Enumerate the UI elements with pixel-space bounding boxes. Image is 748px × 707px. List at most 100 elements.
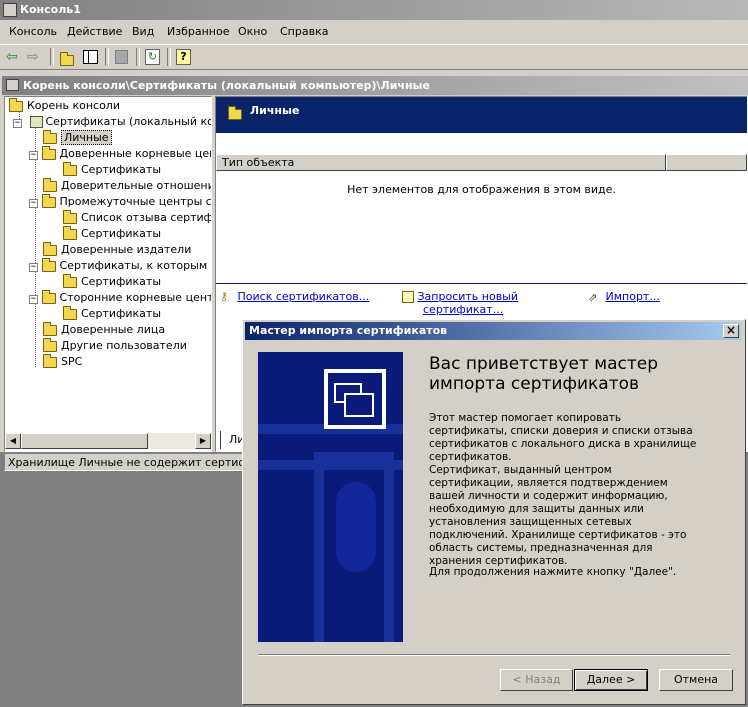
forward-arrow-icon[interactable]: ⇨ xyxy=(27,49,43,65)
banner-decoration xyxy=(336,482,376,572)
toolbar-separator xyxy=(50,48,54,66)
tree-item-certificates-local[interactable]: − Сертификаты (локальный комп xyxy=(13,114,211,130)
tree-item-crl[interactable]: Список отзыва сертифи xyxy=(63,209,211,226)
task-divider xyxy=(216,283,747,284)
folder-icon xyxy=(63,273,77,288)
column-header-empty[interactable] xyxy=(666,154,747,171)
wizard-banner xyxy=(258,352,403,642)
address-bar: Корень консоли\Сертификаты (локальный ко… xyxy=(2,76,748,95)
menu-bar: Консоль Действие Вид Избранное Окно Спра… xyxy=(0,22,748,42)
status-text: Хранилище Личные не содержит сертификато… xyxy=(8,456,244,469)
folder-icon xyxy=(63,161,77,176)
wizard-paragraph-3: Для продолжения нажмите кнопку "Далее". xyxy=(429,566,677,578)
folder-icon xyxy=(63,305,77,320)
collapse-icon[interactable]: − xyxy=(29,151,38,160)
collapse-icon[interactable]: − xyxy=(29,295,38,304)
tree-item-personal[interactable]: Личные xyxy=(43,129,112,146)
help-icon[interactable]: ? xyxy=(176,49,191,65)
close-icon[interactable]: × xyxy=(723,324,739,338)
menu-help[interactable]: Справка xyxy=(280,25,328,38)
scroll-left-icon[interactable]: ◀ xyxy=(5,433,21,449)
tree-item-trusted-people[interactable]: Доверенные лица xyxy=(43,321,165,338)
status-bar: Хранилище Личные не содержит сертификато… xyxy=(4,453,244,471)
back-arrow-icon[interactable]: ⇦ xyxy=(6,49,22,65)
task-request-certificate[interactable]: Запросить новый сертификат... xyxy=(402,290,518,316)
folder-icon xyxy=(41,289,56,304)
dialog-separator xyxy=(258,654,730,656)
tree-item-certificates[interactable]: Сертификаты xyxy=(63,273,161,290)
column-header-object-type[interactable]: Тип объекта xyxy=(216,154,666,171)
address-path: Корень консоли\Сертификаты (локальный ко… xyxy=(23,79,430,92)
tree-item-untrusted[interactable]: − Сертификаты, к которым не xyxy=(29,257,211,274)
show-tree-icon[interactable] xyxy=(83,50,98,64)
tree-item-other-people[interactable]: Другие пользователи xyxy=(43,337,187,354)
properties-icon[interactable] xyxy=(115,50,128,64)
wizard-paragraph-2: Сертификат, выданный центром сертификаци… xyxy=(429,464,687,567)
certificate-icon xyxy=(324,369,386,429)
dialog-title: Мастер импорта сертификатов xyxy=(249,324,448,337)
title-bar: Консоль1 xyxy=(0,0,748,20)
open-folder-icon xyxy=(43,129,57,144)
window-title: Консоль1 xyxy=(20,3,81,16)
toolbar: ⇦ ⇨ ↻ ? xyxy=(0,44,748,70)
console-root-icon xyxy=(6,79,19,91)
empty-message: Нет элементов для отображения в этом вид… xyxy=(347,183,616,196)
tree-line xyxy=(35,127,36,367)
tree-item-console-root[interactable]: Корень консоли xyxy=(9,97,120,114)
toolbar-separator xyxy=(167,48,171,66)
collapse-icon[interactable]: − xyxy=(29,263,38,272)
certificate-request-icon xyxy=(402,291,414,303)
import-wizard-dialog: Мастер импорта сертификатов × Вас привет… xyxy=(242,319,746,705)
up-folder-icon[interactable] xyxy=(60,51,74,66)
toolbar-separator xyxy=(105,48,109,66)
tree-item-trusted-publishers[interactable]: Доверенные издатели xyxy=(43,241,191,258)
app-icon xyxy=(3,3,17,17)
folder-icon xyxy=(43,353,57,368)
tree-item-trusted-root[interactable]: − Доверенные корневые цент xyxy=(29,145,211,162)
refresh-icon[interactable]: ↻ xyxy=(145,49,160,65)
folder-icon xyxy=(63,225,77,240)
tree-pane: Корень консоли − Сертификаты (локальный … xyxy=(4,96,212,452)
tree-horizontal-scrollbar[interactable]: ◀ ▶ xyxy=(5,433,211,449)
menu-window[interactable]: Окно xyxy=(238,25,267,38)
key-search-icon: ⚷ xyxy=(220,290,229,303)
tree-item-enterprise-trust[interactable]: Доверительные отношения xyxy=(43,177,211,194)
task-import[interactable]: ⇗ Импорт... xyxy=(588,290,660,304)
cancel-button[interactable]: Отмена xyxy=(659,669,733,691)
folder-icon xyxy=(43,321,57,336)
tree-item-certificates[interactable]: Сертификаты xyxy=(63,305,161,322)
tree-item-spc[interactable]: SPC xyxy=(43,353,82,370)
column-header-row: Тип объекта xyxy=(216,154,747,171)
tree-item-third-party-root[interactable]: − Сторонние корневые центр xyxy=(29,289,211,306)
folder-icon xyxy=(63,209,77,224)
pane-header: Личные xyxy=(216,97,747,133)
tree-item-intermediate[interactable]: − Промежуточные центры сер xyxy=(29,193,211,210)
pane-header-title: Личные xyxy=(250,104,300,117)
dialog-title-bar: Мастер импорта сертификатов × xyxy=(245,322,741,340)
folder-icon xyxy=(228,105,242,120)
folder-icon xyxy=(41,193,56,208)
folder-icon xyxy=(43,177,57,192)
toolbar-separator xyxy=(136,48,140,66)
menu-console[interactable]: Консоль xyxy=(9,25,57,38)
tree-item-certificates[interactable]: Сертификаты xyxy=(63,161,161,178)
menu-action[interactable]: Действие xyxy=(67,25,122,38)
scroll-right-icon[interactable]: ▶ xyxy=(195,433,211,449)
folder-icon xyxy=(43,241,57,256)
collapse-icon[interactable]: − xyxy=(13,119,22,128)
back-button[interactable]: < Назад xyxy=(500,669,573,691)
wizard-heading: Вас приветствует мастер импорта сертифик… xyxy=(429,354,659,394)
tree-item-certificates[interactable]: Сертификаты xyxy=(63,225,161,242)
folder-icon xyxy=(43,337,57,352)
next-button[interactable]: Далее > xyxy=(574,669,648,691)
folder-icon xyxy=(9,97,23,112)
certificates-snapin-icon xyxy=(29,116,43,128)
menu-favorites[interactable]: Избранное xyxy=(167,25,229,38)
task-find-certificates[interactable]: ⚷ Поиск сертификатов... xyxy=(220,290,369,303)
scroll-thumb[interactable] xyxy=(21,433,148,449)
wizard-paragraph-1: Этот мастер помогает копировать сертифик… xyxy=(429,412,697,463)
collapse-icon[interactable]: − xyxy=(29,199,38,208)
import-arrow-icon: ⇗ xyxy=(588,290,598,304)
menu-view[interactable]: Вид xyxy=(132,25,154,38)
folder-icon xyxy=(41,257,56,272)
